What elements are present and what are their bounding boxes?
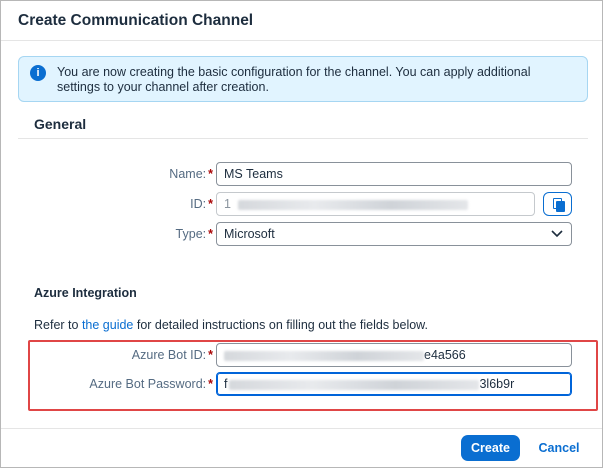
info-message-text: You are now creating the basic configura… [57, 65, 531, 94]
name-label: Name: * [169, 167, 213, 181]
required-marker: * [208, 377, 213, 391]
bot-id-label: Azure Bot ID: * [132, 348, 213, 362]
required-marker: * [208, 167, 213, 181]
bot-id-visible: e4a566 [424, 348, 466, 362]
copy-id-button[interactable] [543, 192, 572, 216]
dialog-header: Create Communication Channel [1, 1, 602, 41]
id-input[interactable]: 1 [216, 192, 535, 216]
general-section-header: General [18, 104, 588, 139]
id-redacted [238, 199, 469, 210]
info-message-strip: i You are now creating the basic configu… [18, 56, 588, 102]
bot-id-input[interactable]: e4a566 [216, 343, 572, 367]
required-marker: * [208, 348, 213, 362]
refer-suffix: for detailed instructions on filling out… [133, 318, 428, 332]
required-marker: * [208, 197, 213, 211]
bot-password-label: Azure Bot Password: * [89, 377, 213, 391]
id-label-text: ID: [190, 197, 207, 211]
info-icon: i [30, 65, 46, 81]
bot-id-redacted [224, 350, 424, 361]
name-input[interactable]: MS Teams [216, 162, 572, 186]
azure-instructions: Refer to the guide for detailed instruct… [34, 318, 428, 332]
create-channel-dialog: Create Communication Channel i You are n… [0, 0, 603, 468]
azure-section-title: Azure Integration [34, 286, 137, 300]
refer-prefix: Refer to [34, 318, 82, 332]
bot-password-visible-end: 3l6b9r [479, 377, 515, 391]
bot-password-input[interactable]: f 3l6b9r [216, 372, 572, 396]
cancel-button[interactable]: Cancel [533, 435, 585, 461]
bot-id-label-text: Azure Bot ID: [131, 348, 207, 362]
id-input-value: 1 [224, 197, 231, 211]
name-label-text: Name: [169, 167, 207, 181]
bot-password-redacted [229, 379, 480, 390]
id-label: ID: * [190, 197, 213, 211]
bot-password-visible-start: f [224, 377, 228, 391]
copy-icon-front [556, 201, 565, 212]
type-select-value: Microsoft [224, 227, 275, 241]
required-marker: * [208, 227, 213, 241]
name-input-value: MS Teams [224, 167, 283, 181]
general-section-title: General [34, 116, 87, 132]
guide-link[interactable]: the guide [82, 318, 133, 332]
create-button[interactable]: Create [461, 435, 520, 461]
type-label: Type: * [176, 227, 213, 241]
type-select[interactable]: Microsoft [216, 222, 572, 246]
bot-password-label-text: Azure Bot Password: [89, 377, 207, 391]
dialog-title: Create Communication Channel [18, 12, 254, 29]
chevron-down-icon [551, 230, 563, 238]
type-label-text: Type: [175, 227, 207, 241]
